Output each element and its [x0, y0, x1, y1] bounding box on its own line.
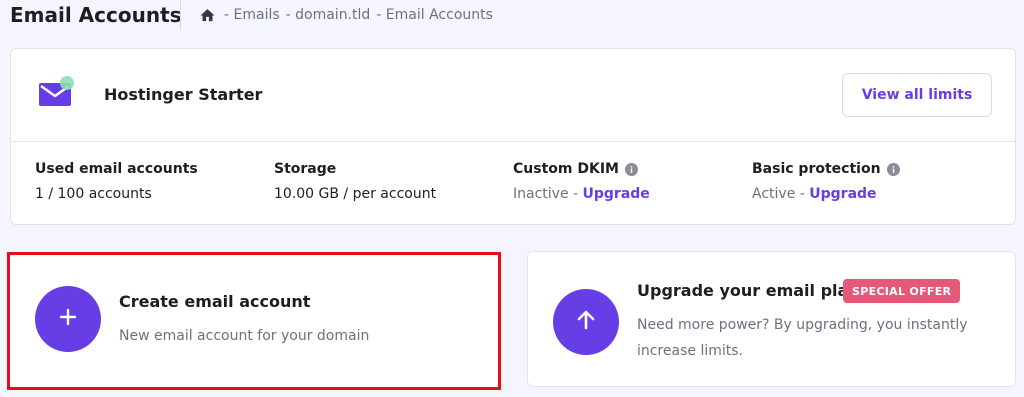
plan-header: Hostinger Starter View all limits — [11, 49, 1015, 142]
page-title: Email Accounts — [10, 3, 182, 27]
breadcrumb-item-email-accounts: - Email Accounts — [376, 7, 493, 23]
breadcrumb-item-emails[interactable]: - Emails — [224, 7, 280, 23]
stat-storage: Storage 10.00 GB / per account — [274, 160, 504, 204]
create-card-description: New email account for your domain — [119, 328, 370, 344]
breadcrumb-item-domain[interactable]: - domain.tld — [286, 7, 371, 23]
create-card-title: Create email account — [119, 292, 311, 311]
upgrade-card-title: Upgrade your email plan — [637, 281, 860, 300]
view-all-limits-button[interactable]: View all limits — [842, 73, 992, 117]
protection-upgrade-link[interactable]: Upgrade — [809, 186, 876, 202]
upgrade-email-plan-card[interactable]: Upgrade your email plan SPECIAL OFFER Ne… — [527, 251, 1016, 387]
info-icon[interactable] — [886, 162, 900, 176]
page-header: Email Accounts - Emails - domain.tld - E… — [0, 0, 1024, 36]
stat-label: Storage — [274, 160, 504, 178]
email-envelope-icon — [37, 75, 77, 109]
dkim-upgrade-link[interactable]: Upgrade — [583, 186, 650, 202]
create-account-button[interactable] — [35, 286, 101, 352]
dkim-status: Inactive - — [513, 186, 583, 202]
stat-value: Active - Upgrade — [752, 186, 982, 204]
plan-name: Hostinger Starter — [104, 85, 263, 104]
plan-stats: Used email accounts 1 / 100 accounts Sto… — [11, 142, 1015, 226]
stat-used-email-accounts: Used email accounts 1 / 100 accounts — [35, 160, 265, 204]
stat-basic-protection: Basic protection Active - Upgrade — [752, 160, 982, 204]
stat-label-text: Storage — [274, 161, 337, 177]
home-icon[interactable] — [199, 7, 216, 24]
arrow-up-icon — [574, 308, 598, 336]
stat-label-text: Used email accounts — [35, 161, 198, 177]
create-email-account-card[interactable]: Create email account New email account f… — [10, 252, 498, 388]
upgrade-plan-button[interactable] — [553, 289, 619, 355]
upgrade-card-description: Need more power? By upgrading, you insta… — [637, 317, 968, 359]
stat-label-text: Custom DKIM — [513, 161, 619, 177]
stat-value: 1 / 100 accounts — [35, 186, 152, 202]
plus-icon — [58, 307, 78, 331]
stat-label: Used email accounts — [35, 160, 265, 178]
breadcrumb: - Emails - domain.tld - Email Accounts — [180, 0, 499, 30]
stat-label: Basic protection — [752, 160, 982, 178]
protection-status: Active - — [752, 186, 810, 202]
info-icon[interactable] — [624, 162, 638, 176]
special-offer-badge: SPECIAL OFFER — [843, 279, 961, 303]
stat-value: 10.00 GB / per account — [274, 186, 437, 202]
stat-label-text: Basic protection — [752, 161, 881, 177]
stat-custom-dkim: Custom DKIM Inactive - Upgrade — [513, 160, 743, 204]
stat-value: Inactive - Upgrade — [513, 186, 743, 204]
plan-summary-card: Hostinger Starter View all limits Used e… — [10, 48, 1016, 225]
stat-label: Custom DKIM — [513, 160, 743, 178]
